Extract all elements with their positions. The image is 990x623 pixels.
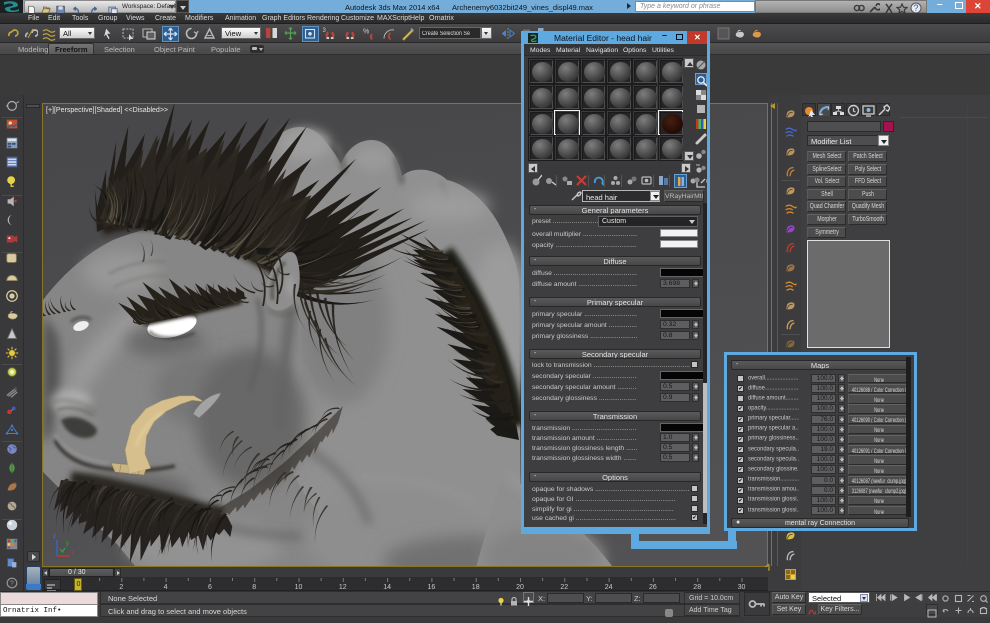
svg-text:14: 14 — [383, 584, 391, 591]
svg-text:?: ? — [913, 3, 918, 13]
svg-text:20: 20 — [516, 584, 524, 591]
svg-text:4: 4 — [164, 584, 168, 591]
svg-text:2: 2 — [119, 584, 123, 591]
svg-text:z: z — [53, 534, 56, 540]
svg-text:x: x — [71, 550, 74, 556]
svg-text:8: 8 — [252, 584, 256, 591]
svg-text:3: 3 — [323, 28, 327, 34]
svg-text:10: 10 — [295, 584, 303, 591]
svg-text:%: % — [363, 29, 369, 36]
svg-text:16: 16 — [428, 584, 436, 591]
svg-text:28: 28 — [693, 584, 701, 591]
svg-text:22: 22 — [560, 584, 568, 591]
svg-text:26: 26 — [649, 584, 657, 591]
svg-text:24: 24 — [605, 584, 613, 591]
svg-text:18: 18 — [472, 584, 480, 591]
svg-text:12: 12 — [339, 584, 347, 591]
svg-text:6: 6 — [208, 584, 212, 591]
svg-text:y: y — [66, 541, 69, 547]
svg-text:30: 30 — [738, 584, 746, 591]
svg-text:?: ? — [10, 580, 14, 587]
